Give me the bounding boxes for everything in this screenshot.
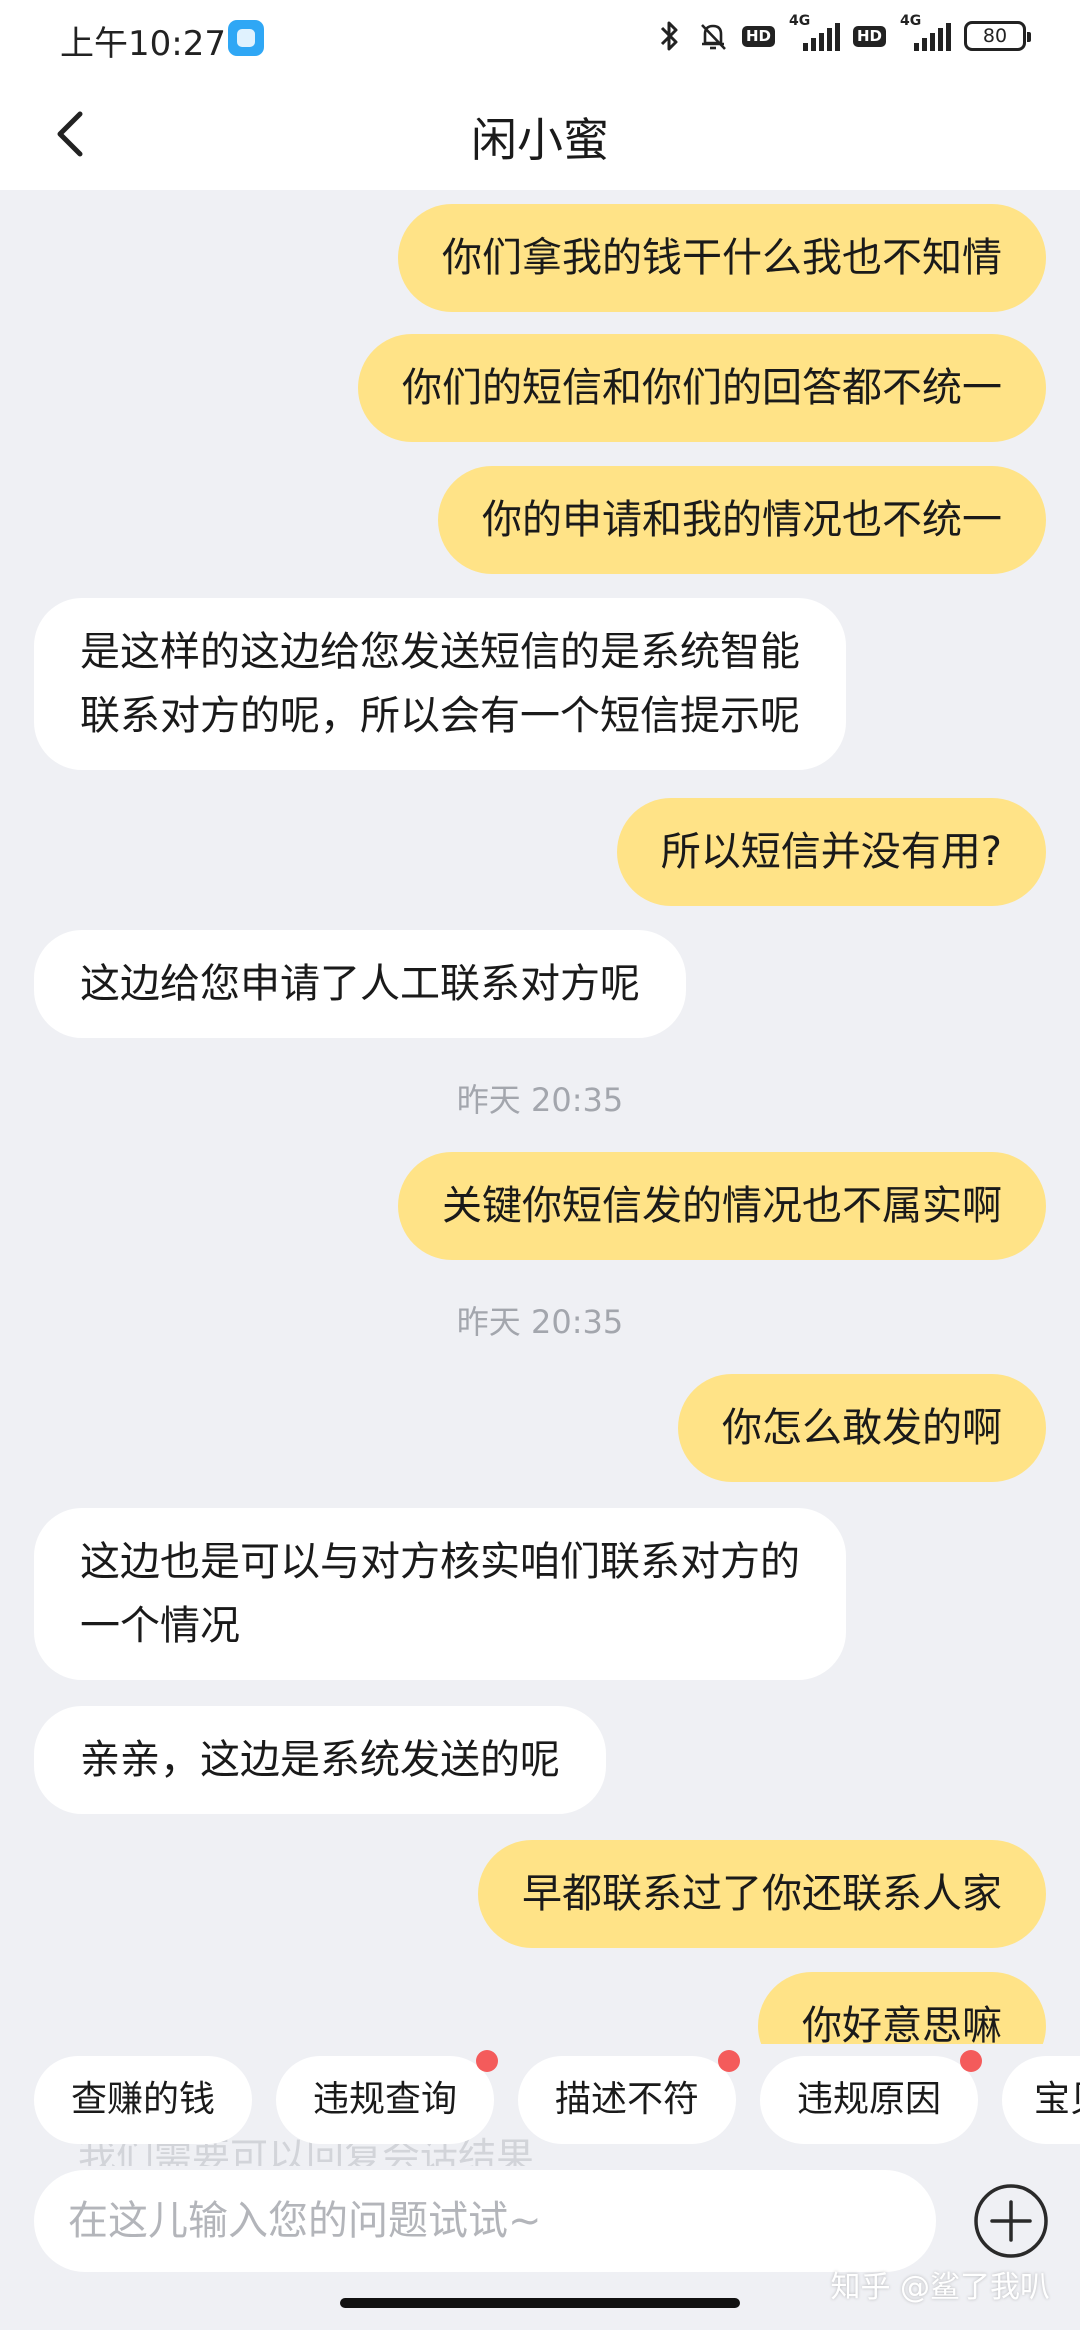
agent-message-line: 是这样的这边给您发送短信的是系统智能 [80,629,800,675]
message-timestamp: 昨天 20:35 [456,1081,624,1119]
quick-reply-chip[interactable]: 宝贝 [1002,2056,1080,2144]
battery-icon: 80 [964,21,1031,51]
agent-message-line: 这边也是可以与对方核实咱们联系对方的 [80,1539,800,1585]
agent-message-line: 联系对方的呢，所以会有一个短信提示呢 [80,693,800,739]
agent-message-bubble[interactable]: 这边给您申请了人工联系对方呢 [34,930,686,1038]
agent-message-bubble[interactable]: 亲亲，这边是系统发送的呢 [34,1706,606,1814]
quick-reply-label: 宝贝 [1034,2079,1080,2120]
notification-dot [718,2050,740,2072]
status-icons: HD 4G HD 4G 80 [654,13,1031,56]
agent-message-bubble[interactable]: 是这样的这边给您发送短信的是系统智能 联系对方的呢，所以会有一个短信提示呢 [34,598,846,770]
home-indicator[interactable] [340,2298,740,2308]
status-bar: 上午10:27 HD 4G HD 4G 80 [0,0,1080,78]
chat-message-list[interactable]: 你们拿我的钱干什么我也不知情 你们的短信和你们的回答都不统一 你的申请和我的情况… [0,190,1080,2050]
my-message-bubble[interactable]: 你们的短信和你们的回答都不统一 [358,334,1046,442]
quick-reply-bar[interactable]: 我们需要可以回复会话结果 查赚的钱 违规查询 描述不符 违规原因 宝贝 [0,2044,1080,2166]
plus-circle-icon[interactable] [972,2182,1050,2260]
page-title: 闲小蜜 [471,113,609,167]
bluetooth-icon [660,21,678,51]
signal-icon: 4G [789,13,840,55]
quick-reply-chip[interactable]: 违规查询 [276,2050,498,2144]
my-message-bubble[interactable]: 你怎么敢发的啊 [678,1374,1046,1482]
status-time: 上午10:27 [60,24,226,64]
watermark: 知乎 @鲨了我叭 [830,2270,1050,2305]
my-message-bubble[interactable]: 所以短信并没有用? [616,798,1046,906]
signal-icon: 4G [900,13,951,55]
my-message-bubble[interactable]: 你的申请和我的情况也不统一 [438,466,1046,574]
quick-reply-chip[interactable]: 查赚的钱 [34,2056,252,2144]
hd-badge: HD [741,25,775,47]
my-message-bubble[interactable]: 早都联系过了你还联系人家 [478,1840,1046,1948]
quick-reply-label: 违规查询 [312,2079,457,2120]
notification-dot [476,2050,498,2072]
quick-reply-chip[interactable]: 描述不符 [518,2050,740,2144]
message-timestamp: 昨天 20:35 [456,1303,624,1341]
quick-reply-label: 描述不符 [554,2079,699,2120]
quick-reply-label: 违规原因 [796,2079,941,2120]
app-notification-icon [228,20,264,56]
chat-header: 闲小蜜 [0,78,1080,190]
my-message-bubble[interactable]: 关键你短信发的情况也不属实啊 [398,1152,1046,1260]
mute-bell-icon [701,24,726,50]
quick-reply-label: 查赚的钱 [70,2079,215,2120]
quick-reply-chip[interactable]: 违规原因 [760,2050,982,2144]
agent-message-line: 一个情况 [80,1603,240,1649]
hd-badge: HD [852,25,886,47]
my-message-bubble[interactable]: 你们拿我的钱干什么我也不知情 [398,204,1046,312]
my-message-bubble[interactable]: 你好意思嘛 [758,1972,1046,2050]
notification-dot [960,2050,982,2072]
message-input[interactable] [34,2170,936,2272]
agent-message-bubble[interactable]: 这边也是可以与对方核实咱们联系对方的 一个情况 [34,1508,846,1680]
